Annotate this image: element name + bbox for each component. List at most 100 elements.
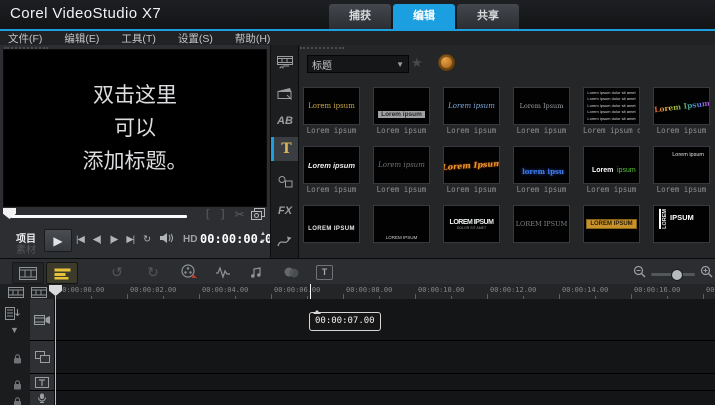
library-thumbnail[interactable]: Lorem Ipsum [443,146,500,184]
ruler-label: 00:00:16.00 [634,286,680,294]
menu-item[interactable]: 文件(F) [0,31,56,46]
library-thumbnail[interactable]: LOREM IPSUM [513,205,570,243]
playhead[interactable] [55,296,56,405]
voice-track[interactable] [55,391,715,405]
snapshot-icon[interactable] [251,207,265,225]
tab-edit[interactable]: 编辑 [393,4,455,29]
title-track[interactable] [55,374,715,391]
menu-bar: 文件(F)编辑(E)工具(T)设置(S)帮助(H) [0,31,715,45]
library-thumbnail-cell: Lorem ipsumLorem ipsum [303,146,360,195]
tab-capture[interactable]: 捕获 [329,4,391,29]
thumbnail-caption: Lorem ipsum [513,185,570,195]
timeline-zoom-handle[interactable] [671,269,683,281]
menu-item[interactable]: 帮助(H) [227,31,285,46]
timeline-view-button[interactable] [46,262,78,284]
video-track-header[interactable] [30,299,55,341]
preview-seek-bar[interactable] [11,215,187,218]
library-nav-filter-icon[interactable]: FX [271,199,299,223]
split-clip-button[interactable]: ✂ [235,208,244,221]
stepper-up-icon[interactable]: ▲ [260,230,268,238]
mark-in-button[interactable]: [ [206,208,210,220]
motion-tracking-icon[interactable] [280,262,302,282]
timecode-stepper[interactable]: ▲ ▼ [260,230,268,246]
transport-controls: |◀ ◀| |▶ ▶| ↻ [76,229,174,250]
show-all-tracks-icon[interactable] [6,286,26,298]
library-thumbnail[interactable]: LOREM IPSUM [373,205,430,243]
previous-frame-button[interactable]: ◀| [93,234,101,245]
track-options-column: ▼ [0,299,30,405]
ruler-label: 00:00:12.00 [490,286,536,294]
volume-icon[interactable] [159,232,174,247]
undo-icon[interactable]: ↺ [106,262,128,282]
get-more-content-icon[interactable] [438,54,455,71]
repeat-button[interactable]: ↻ [143,234,150,245]
hd-toggle[interactable]: HD [183,234,197,245]
library-thumbnail[interactable]: lorem ipsu [513,146,570,184]
go-to-end-button[interactable]: ▶| [126,234,134,245]
chevron-down-icon[interactable]: ▼ [10,325,19,335]
thumbnail-caption [443,244,500,254]
thumbnail-text: Lorem ipsum [448,102,495,110]
title-track-header[interactable] [30,374,55,391]
mark-out-button[interactable]: ] [221,208,225,220]
menu-item[interactable]: 工具(T) [113,31,169,46]
library-thumbnail[interactable]: LOREM IPSUMDOLOR SIT AMET [443,205,500,243]
gallery-category-dropdown[interactable]: 标题 ▼ [307,55,409,73]
thumbnail-text: Lorem Ipsum [653,98,710,114]
wrap-tracks-icon[interactable] [29,286,49,298]
thumbnail-caption [303,244,360,254]
overlay-track[interactable] [55,341,715,374]
library-nav-media-icon[interactable] [271,51,299,75]
library-thumbnail[interactable]: LOREM IPSUM [303,205,360,243]
clip-mode-toggle[interactable]: 素材 [16,241,36,256]
zoom-out-icon[interactable] [633,265,646,283]
library-thumbnail-cell: Lorem IpsumLorem ipsum [513,87,570,136]
play-button[interactable]: ▶ [44,229,72,252]
library-nav-motion-path-icon[interactable] [271,229,299,253]
subtitle-editor-button[interactable]: T [316,265,333,280]
ruler-label: 00:00:04.00 [202,286,248,294]
ruler-label: 00:00:14.00 [562,286,608,294]
voice-track-header[interactable] [30,391,55,405]
library-nav-instant-project-icon[interactable] [271,81,299,105]
record-capture-icon[interactable] [178,262,200,282]
library-thumbnail[interactable]: Lorem ipsum [303,146,360,184]
library-thumbnail[interactable]: Lorem Ipsum [513,87,570,125]
library-thumbnail[interactable]: Lorem ipsum [373,87,430,125]
sound-mixer-icon[interactable] [212,262,234,282]
preview-video[interactable]: 双击这里可以添加标题。 [3,49,267,207]
thumbnail-text: Lorem Ipsum [520,102,564,110]
library-thumbnail-cell: LOREM IPSUM [373,205,430,254]
library-thumbnail[interactable]: Lorem ipsum [653,146,710,184]
library-thumbnail[interactable]: Lorem ipsum [373,146,430,184]
library-nav-graphic-icon[interactable] [271,169,299,193]
timeline-ruler[interactable]: 00:00:00.0000:00:02.0000:00:04.0000:00:0… [0,284,715,300]
tab-share[interactable]: 共享 [457,4,519,29]
library-nav-title-icon[interactable]: T [271,137,299,161]
auto-music-icon[interactable] [246,262,268,282]
go-to-start-button[interactable]: |◀ [76,234,84,245]
ripple-edit-lock-icon[interactable] [13,394,22,405]
add-to-favorites-icon[interactable]: ★ [411,55,423,71]
library-thumbnail[interactable]: LOREM IPSUM [583,205,640,243]
library-thumbnail[interactable]: Lorem ipsum [303,87,360,125]
redo-icon[interactable]: ↻ [142,262,164,282]
ripple-edit-lock-icon[interactable] [13,377,22,395]
menu-item[interactable]: 设置(S) [170,31,227,46]
storyboard-view-button[interactable] [12,262,44,284]
library-nav-transition-icon[interactable]: AB [271,109,299,133]
library-thumbnail[interactable]: Lorem ipsum dolor sit amet Lorem ipsum d… [583,87,640,125]
library-thumbnail[interactable]: Lorem ipsum [443,87,500,125]
stepper-down-icon[interactable]: ▼ [260,238,268,246]
library-thumbnail[interactable]: Lorem Ipsum [653,87,710,125]
menu-item[interactable]: 编辑(E) [56,31,113,46]
video-track[interactable] [55,299,715,341]
zoom-in-icon[interactable] [700,265,713,283]
overlay-track-header[interactable] [30,341,55,374]
preview-placeholder-text: 添加标题。 [83,145,188,178]
library-thumbnail[interactable]: Loremipsum [583,146,640,184]
library-thumbnail[interactable]: LOREMIPSUM [653,205,710,243]
ripple-edit-lock-icon[interactable] [13,351,22,369]
next-frame-button[interactable]: |▶ [110,234,118,245]
track-manager-icon[interactable] [5,307,21,325]
